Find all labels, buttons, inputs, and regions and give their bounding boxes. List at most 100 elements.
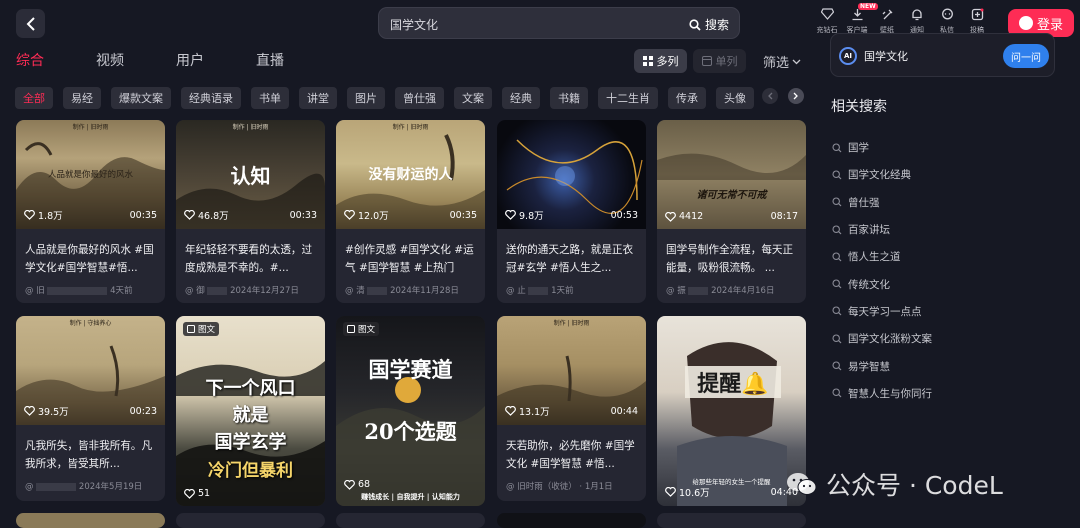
video-card[interactable]: 制作 | 旧时雨 认知 46.8万 00:33 年纪轻轻不要看的太透，过度成熟是不… (176, 120, 325, 303)
thumbnail-text: 国学玄学 (214, 432, 287, 453)
chip-all[interactable]: 全部 (15, 87, 53, 109)
ask-ai-button[interactable]: 问一问 (1003, 44, 1049, 68)
video-author: @ 旧时雨（收徒） (506, 482, 577, 492)
search-input[interactable]: 国学文化 (390, 16, 438, 33)
login-label: 登录 (1036, 17, 1063, 33)
video-thumbnail[interactable]: 诸可无常不可戒 4412 08:17 (657, 120, 806, 229)
video-thumbnail[interactable]: 制作 | 旧时雨 认知 46.8万 00:33 (176, 120, 325, 229)
related-search-item[interactable]: 悟人生之道 (832, 243, 932, 270)
video-duration: 00:35 (129, 209, 157, 221)
video-card[interactable]: 制作 | 旧时雨 人品就是你最好的风水 1.8万 00:35 人品就是你最好的风水… (16, 120, 165, 303)
video-meta: @ 振 2024年4月16日 (666, 284, 806, 296)
chip[interactable]: 文案 (454, 87, 492, 109)
watermark-text: 公众号 · CodeL (826, 471, 1003, 500)
chip[interactable]: 经典语录 (181, 87, 241, 109)
video-card[interactable] (657, 513, 806, 528)
wechat-icon (786, 471, 818, 497)
related-search-item[interactable]: 国学文化涨粉文案 (832, 325, 932, 352)
thumbnail-text: 诸可无常不可戒 (696, 190, 767, 201)
chip[interactable]: 书单 (251, 87, 289, 109)
post-thumbnail[interactable]: 图文 下一个风口 就是 国学玄学 冷门但暴利 51 (176, 316, 325, 506)
chip[interactable]: 易经 (63, 87, 101, 109)
video-thumbnail[interactable]: 制作 | 旧时雨 人品就是你最好的风水 1.8万 00:35 (16, 120, 165, 229)
related-search-item[interactable]: 国学 (832, 134, 932, 161)
filter-label: 筛选 (763, 56, 790, 71)
related-search-item[interactable]: 百家讲坛 (832, 216, 932, 243)
video-card[interactable]: 制作 | 旧时雨 13.1万 00:44 天若助你，必先磨你 #国学文化 #国学智… (497, 316, 646, 501)
search-icon (832, 224, 842, 234)
video-card[interactable]: 制作 | 守拙养心 39.5万 00:23 凡我所失，皆非我所有。凡我所求，皆受其… (16, 316, 165, 501)
video-card[interactable] (16, 513, 165, 528)
search-icon (832, 143, 842, 153)
video-thumbnail[interactable]: 制作 | 旧时雨 13.1万 00:44 (497, 316, 646, 425)
tab-video[interactable]: 视频 (96, 50, 124, 70)
image-post-tag: 图文 (343, 322, 380, 336)
search-box[interactable]: 国学文化 搜索 (378, 7, 740, 39)
video-caption: #创作灵感 #国学文化 #运气 #国学智慧 #上热门 (345, 244, 474, 274)
chips-prev-button[interactable] (762, 88, 778, 104)
heart-icon (665, 487, 676, 497)
video-meta: @ 旧 4天前 (25, 284, 165, 296)
multi-column-button[interactable]: 多列 (634, 49, 687, 73)
related-search-title: 相关搜索 (831, 99, 887, 115)
video-caption: 天若助你，必先磨你 #国学文化 #国学智慧 #悟... (506, 440, 635, 470)
tab-user[interactable]: 用户 (176, 50, 204, 70)
video-thumbnail[interactable]: 提醒🔔 给那些年轻的女生一个提醒 10.6万 04:40 (657, 316, 806, 506)
video-card[interactable]: 诸可无常不可戒 4412 08:17 国学号制作全流程，每天正能量，吸粉很流畅。 … (657, 120, 806, 303)
chip[interactable]: 讲堂 (299, 87, 337, 109)
video-card[interactable]: 提醒🔔 给那些年轻的女生一个提醒 10.6万 04:40 (657, 316, 806, 506)
thumbnail-bottom-text: 赚钱成长 | 自我提升 | 认知能力 (361, 492, 460, 501)
search-button-label: 搜索 (704, 18, 729, 32)
chip[interactable]: 头像 (716, 87, 754, 109)
single-column-button[interactable]: 单列 (693, 49, 746, 73)
related-search-item[interactable]: 国学文化经典 (832, 161, 932, 188)
ai-assistant-card[interactable]: AI 国学文化 问一问 (830, 33, 1055, 77)
chip[interactable]: 经典 (502, 87, 540, 109)
video-caption: 送你的通天之路，就是正衣冠#玄学 #悟人生之... (506, 244, 634, 274)
chip[interactable]: 传承 (668, 87, 706, 109)
image-post-card[interactable]: 图文 国学赛道 20个选题 赚钱成长 | 自我提升 | 认知能力 68 (336, 316, 485, 506)
like-count: 39.5万 (24, 404, 69, 418)
heart-icon (184, 210, 195, 220)
tab-all[interactable]: 综合 (16, 50, 44, 70)
video-card[interactable] (497, 513, 646, 528)
multi-column-label: 多列 (656, 55, 679, 68)
grid-icon (642, 56, 653, 66)
post-thumbnail[interactable]: 图文 国学赛道 20个选题 赚钱成长 | 自我提升 | 认知能力 68 (336, 316, 485, 506)
video-card[interactable]: 制作 | 旧时雨 没有财运的人 12.0万 00:35 #创作灵感 #国学文化 #… (336, 120, 485, 303)
chip[interactable]: 十二生肖 (598, 87, 658, 109)
video-card[interactable] (176, 513, 325, 528)
heart-icon (344, 210, 355, 220)
video-thumbnail[interactable]: 9.8万 00:53 (497, 120, 646, 229)
search-button[interactable]: 搜索 (689, 16, 729, 33)
search-icon (832, 361, 842, 371)
single-view-icon (701, 56, 712, 66)
chips-next-button[interactable] (788, 88, 804, 104)
image-post-card[interactable]: 图文 下一个风口 就是 国学玄学 冷门但暴利 51 (176, 316, 325, 506)
chip[interactable]: 爆款文案 (111, 87, 171, 109)
chip[interactable]: 曾仕强 (395, 87, 444, 109)
video-author: @ 振 (666, 286, 686, 296)
video-duration: 00:35 (449, 209, 477, 221)
video-card[interactable] (336, 513, 485, 528)
ai-logo-icon: AI (839, 47, 857, 65)
back-button[interactable] (16, 9, 45, 38)
thumbnail-text: 冷门但暴利 (208, 461, 293, 481)
chevron-right-icon (793, 92, 798, 100)
related-search-item[interactable]: 曾仕强 (832, 189, 932, 216)
chip[interactable]: 书籍 (550, 87, 588, 109)
video-thumbnail[interactable]: 制作 | 旧时雨 没有财运的人 12.0万 00:35 (336, 120, 485, 229)
video-time: 2024年5月19日 (78, 482, 143, 492)
related-search-item[interactable]: 传统文化 (832, 270, 932, 297)
related-search-item[interactable]: 每天学习一点点 (832, 298, 932, 325)
filter-button[interactable]: 筛选 (763, 52, 801, 71)
related-search-item[interactable]: 易学智慧 (832, 352, 932, 379)
search-tabs: 综合 视频 用户 直播 (16, 50, 336, 70)
chip[interactable]: 图片 (347, 87, 385, 109)
thumbnail-text: 下一个风口 (205, 378, 296, 399)
related-search-item[interactable]: 智慧人生与你同行 (832, 380, 932, 407)
like-count: 51 (184, 488, 210, 499)
tab-live[interactable]: 直播 (256, 50, 284, 70)
video-card[interactable]: 9.8万 00:53 送你的通天之路，就是正衣冠#玄学 #悟人生之... @ 止 … (497, 120, 646, 303)
video-thumbnail[interactable]: 制作 | 守拙养心 39.5万 00:23 (16, 316, 165, 425)
